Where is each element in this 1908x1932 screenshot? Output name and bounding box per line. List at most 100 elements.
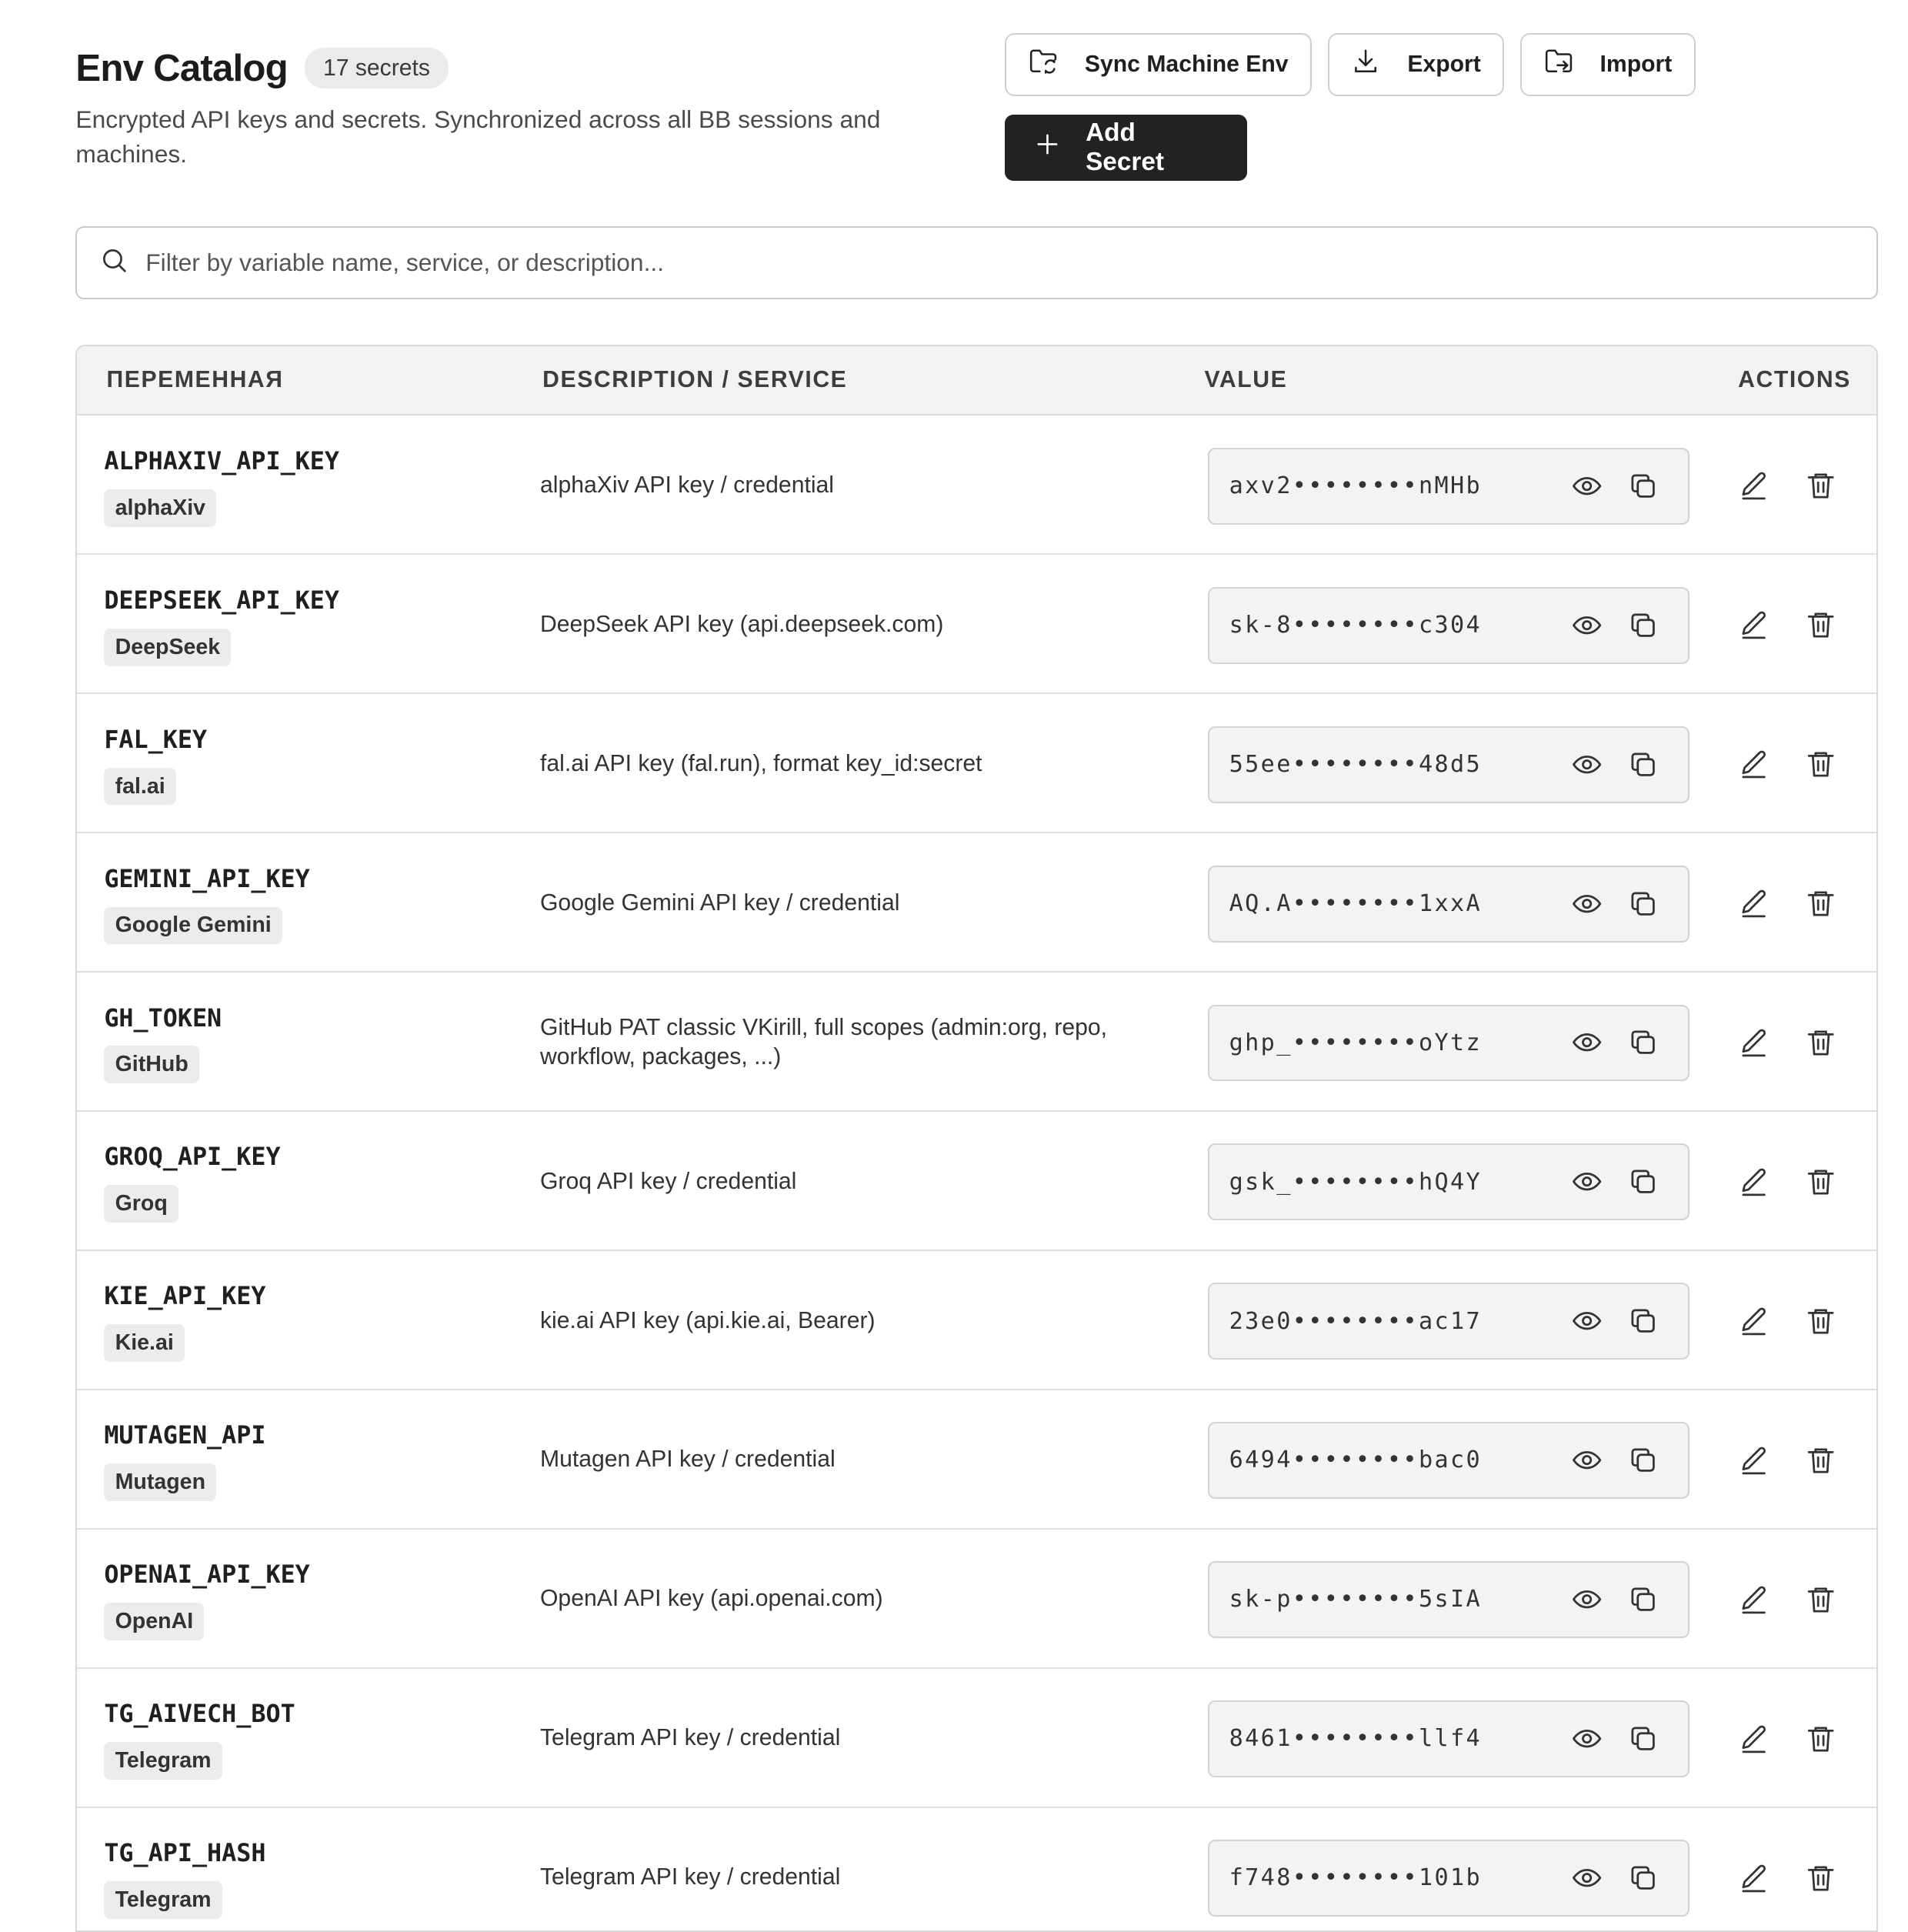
pencil-icon[interactable] [1738,1305,1770,1336]
eye-icon[interactable] [1571,888,1603,919]
service-tag: GitHub [104,1046,200,1084]
trash-icon[interactable] [1805,887,1836,919]
eye-icon[interactable] [1571,1026,1603,1058]
masked-value: ghp_••••••••oYtz [1229,1029,1483,1056]
folder-sync-icon [1029,47,1058,82]
import-button[interactable]: Import [1519,32,1696,97]
pencil-icon[interactable] [1738,1862,1770,1894]
pencil-icon[interactable] [1738,609,1770,640]
eye-icon[interactable] [1571,1583,1603,1615]
trash-icon[interactable] [1805,609,1836,640]
table-row: FAL_KEY fal.ai fal.ai API key (fal.run),… [77,694,1877,834]
pencil-icon[interactable] [1738,1026,1770,1058]
masked-value: AQ.A••••••••1xxA [1229,889,1483,917]
trash-icon[interactable] [1805,1166,1836,1197]
description-text: Groq API key / credential [539,1168,797,1194]
export-button[interactable]: Export [1327,32,1505,97]
trash-icon[interactable] [1805,1723,1836,1754]
masked-value: axv2••••••••nMHb [1229,472,1483,499]
folder-import-icon [1544,47,1573,82]
value-field: 6494••••••••bac0 [1208,1422,1690,1500]
eye-icon[interactable] [1571,749,1603,780]
service-tag: DeepSeek [104,628,232,666]
table-header: ПЕРЕМЕННАЯ DESCRIPTION / SERVICE VALUE A… [77,345,1877,416]
eye-icon[interactable] [1571,1444,1603,1476]
copy-icon[interactable] [1627,470,1659,502]
trash-icon[interactable] [1805,1305,1836,1336]
trash-icon[interactable] [1805,1583,1836,1615]
variable-name: TG_AIVECH_BOT [104,1700,295,1729]
pencil-icon[interactable] [1738,748,1770,779]
add-secret-button[interactable]: Add Secret [1005,115,1247,181]
masked-value: 6494••••••••bac0 [1229,1446,1483,1474]
header: Env Catalog 17 secrets Encrypted API key… [75,46,955,171]
eye-icon[interactable] [1571,609,1603,641]
pencil-icon[interactable] [1738,1723,1770,1754]
service-tag: Mutagen [104,1463,217,1502]
copy-icon[interactable] [1627,888,1659,919]
page-title: Env Catalog [75,47,288,90]
value-field: 8461••••••••llf4 [1208,1700,1690,1778]
eye-icon[interactable] [1571,470,1603,502]
copy-icon[interactable] [1627,1723,1659,1754]
table-row: TG_AIVECH_BOT Telegram Telegram API key … [77,1669,1877,1808]
copy-icon[interactable] [1627,1026,1659,1058]
variable-name: GH_TOKEN [104,1004,222,1033]
download-icon [1351,47,1380,82]
copy-icon[interactable] [1627,1166,1659,1197]
value-field: ghp_••••••••oYtz [1208,1004,1690,1082]
trash-icon[interactable] [1805,469,1836,501]
service-tag: Telegram [104,1742,222,1780]
service-tag: alphaXiv [104,489,217,527]
service-tag: OpenAI [104,1603,205,1641]
eye-icon[interactable] [1571,1862,1603,1894]
search-icon [99,245,128,280]
masked-value: 8461••••••••llf4 [1229,1725,1483,1753]
pencil-icon[interactable] [1738,1583,1770,1615]
description-text: alphaXiv API key / credential [539,472,834,498]
table-row: TG_API_HASH Telegram Telegram API key / … [77,1808,1876,1930]
pencil-icon[interactable] [1738,887,1770,919]
copy-icon[interactable] [1627,1444,1659,1476]
value-field: sk-p••••••••5sIA [1208,1561,1690,1639]
eye-icon[interactable] [1571,1305,1603,1336]
value-field: 23e0••••••••ac17 [1208,1283,1690,1360]
trash-icon[interactable] [1805,1862,1836,1894]
description-text: Telegram API key / credential [539,1864,841,1890]
copy-icon[interactable] [1627,749,1659,780]
eye-icon[interactable] [1571,1166,1603,1197]
value-field: axv2••••••••nMHb [1208,447,1690,525]
column-header-actions: ACTIONS [1738,366,1851,392]
sync-machine-env-button[interactable]: Sync Machine Env [1005,32,1313,97]
copy-icon[interactable] [1627,1862,1659,1894]
variable-name: OPENAI_API_KEY [104,1561,310,1590]
description-text: Telegram API key / credential [539,1725,841,1751]
column-header-description: DESCRIPTION / SERVICE [542,366,848,392]
copy-icon[interactable] [1627,1305,1659,1336]
table-row: KIE_API_KEY Kie.ai kie.ai API key (api.k… [77,1251,1877,1391]
pencil-icon[interactable] [1738,1166,1770,1197]
variable-name: ALPHAXIV_API_KEY [104,447,340,475]
value-field: gsk_••••••••hQ4Y [1208,1143,1690,1221]
description-text: Mutagen API key / credential [539,1446,836,1473]
eye-icon[interactable] [1571,1723,1603,1754]
table-row: GEMINI_API_KEY Google Gemini Google Gemi… [77,833,1877,973]
masked-value: sk-p••••••••5sIA [1229,1586,1483,1613]
trash-icon[interactable] [1805,1444,1836,1476]
plus-icon [1034,131,1061,165]
add-secret-label: Add Secret [1086,118,1164,177]
pencil-icon[interactable] [1738,1444,1770,1476]
description-text: Google Gemini API key / credential [539,889,900,916]
trash-icon[interactable] [1805,1026,1836,1058]
copy-icon[interactable] [1627,609,1659,641]
page-subtitle: Encrypted API keys and secrets. Synchron… [75,105,881,168]
masked-value: f748••••••••101b [1229,1864,1483,1892]
trash-icon[interactable] [1805,748,1836,779]
pencil-icon[interactable] [1738,469,1770,501]
value-field: AQ.A••••••••1xxA [1208,865,1690,943]
value-field: f748••••••••101b [1208,1840,1690,1917]
search-input[interactable]: Filter by variable name, service, or des… [75,225,1879,299]
copy-icon[interactable] [1627,1583,1659,1615]
masked-value: sk-8••••••••c304 [1229,611,1483,639]
value-field: 55ee••••••••48d5 [1208,726,1690,803]
